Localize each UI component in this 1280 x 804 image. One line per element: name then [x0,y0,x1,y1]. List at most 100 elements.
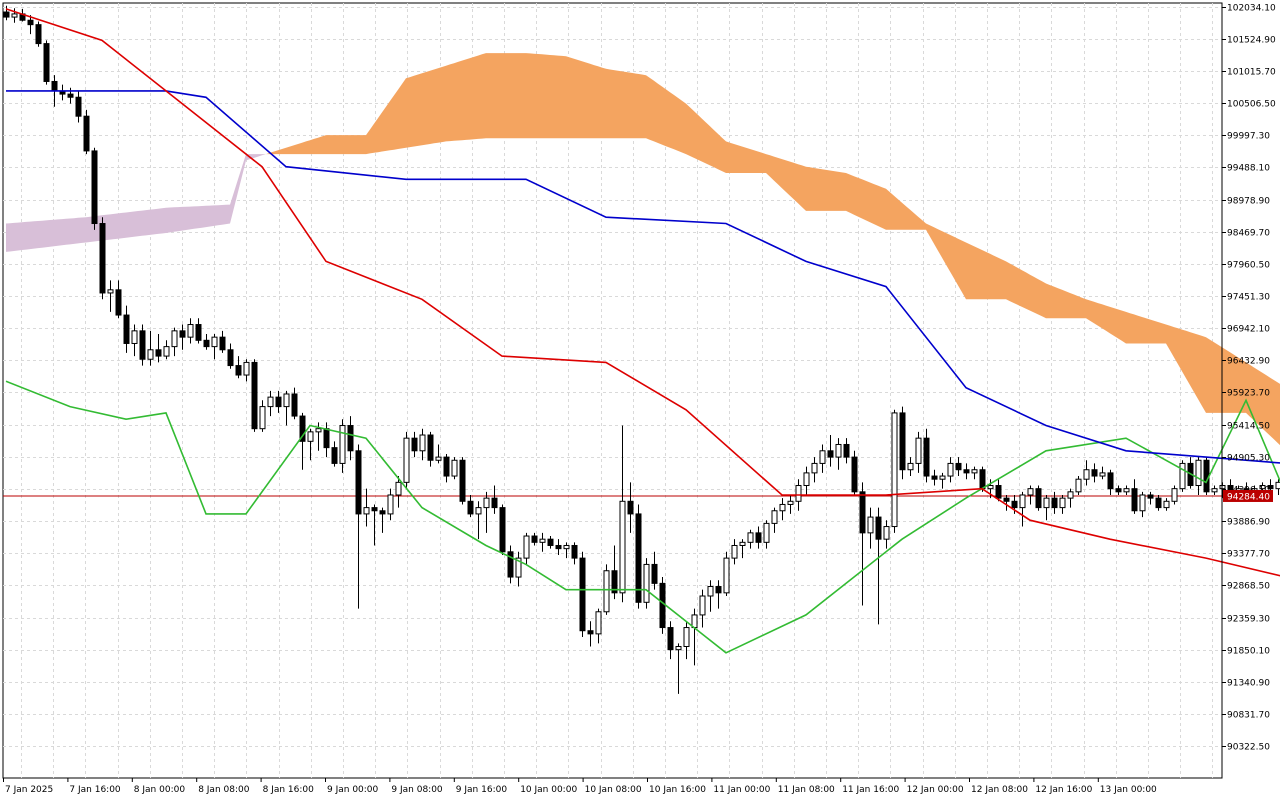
candle-bearish [667,627,674,651]
x-tick-label: 11 Jan 16:00 [842,785,899,795]
candle-bearish [931,475,938,480]
candle-bullish [803,472,810,487]
x-tick-label: 12 Jan 00:00 [907,785,964,795]
x-tick-label: 10 Jan 16:00 [649,785,706,795]
candle-bearish [531,535,538,543]
candle-bullish [747,532,754,543]
candle-bullish [1163,500,1170,509]
candle-bullish [915,437,922,464]
candle-bearish [955,462,962,471]
candle-bullish [523,535,530,559]
candle-bearish [547,538,554,546]
y-tick-label: 99488.10 [1227,164,1270,174]
candle-bearish [51,80,58,92]
x-tick-label: 9 Jan 16:00 [456,785,508,795]
candle-bullish [1083,469,1090,480]
candle-bullish [451,459,458,477]
candle-bullish [1075,478,1082,493]
candle-bearish [115,289,122,316]
candle-bearish [3,11,10,18]
candle-bearish [1051,497,1058,509]
y-tick-label: 101524.90 [1227,36,1276,46]
candle-bearish [411,437,418,452]
candle-bullish [707,586,714,597]
candle-bearish [843,443,850,458]
y-tick-label: 98469.70 [1227,229,1270,239]
candle-bearish [1091,469,1098,477]
candle-bullish [307,431,314,442]
candle-bearish [43,43,50,82]
x-tick-label: 10 Jan 00:00 [520,785,577,795]
candle-bullish [723,557,730,594]
candle-bullish [259,406,266,430]
candle-bullish [731,544,738,559]
candle-bullish [771,510,778,524]
candle-bullish [675,645,682,651]
candle-bullish [1139,494,1146,512]
candle-bullish [11,13,18,18]
y-axis: 102034.10 101524.90 101015.70 100506.50 9999… [1221,3,1276,778]
candle-bearish [467,500,474,515]
chart-canvas[interactable]: 102034.10 101524.90 101015.70 100506.50 9999… [0,0,1280,800]
candle-bullish [419,434,426,452]
candle-bearish [35,24,42,45]
candle-bearish [67,93,74,98]
y-tick-label: 97960.50 [1227,261,1270,271]
y-tick-label: 93377.70 [1227,550,1270,560]
y-tick-label: 101015.70 [1227,68,1276,78]
chart[interactable]: 102034.10 101524.90 101015.70 100506.50 9999… [0,0,1280,800]
candle-bearish [1131,488,1138,512]
y-tick-label: 96942.10 [1227,325,1270,335]
candle-bearish [1107,472,1114,490]
candle-bearish [27,19,34,26]
y-tick-label: 90322.50 [1227,743,1270,753]
candle-bearish [1147,494,1154,499]
candle-bearish [323,428,330,449]
candle-bearish [995,485,1002,499]
candle-bullish [603,570,610,613]
candle-bearish [427,434,434,461]
candle-bullish [699,595,706,616]
candle-bearish [859,491,866,534]
candle-bearish [659,582,666,629]
candle-bullish [395,481,402,496]
x-tick-label: 12 Jan 08:00 [971,785,1028,795]
candle-bullish [891,412,898,528]
candle-bearish [627,500,634,515]
y-tick-label: 102034.10 [1227,4,1276,14]
candle-bullish [131,330,138,344]
candle-bullish [595,611,602,635]
candle-bearish [179,330,186,338]
candle-bullish [363,507,370,515]
candle-bearish [251,361,258,430]
y-tick-label: 90831.70 [1227,711,1270,721]
candle-bullish [739,541,746,546]
candle-bearish [587,630,594,635]
x-tick-label: 11 Jan 08:00 [778,785,835,795]
candle-bearish [1011,500,1018,509]
y-tick-label: 96432.90 [1227,357,1270,367]
candle-bullish [1043,497,1050,509]
candle-bullish [1099,472,1106,477]
y-tick-label: 92868.50 [1227,582,1270,592]
candle-bearish [203,339,210,348]
candle-bullish [187,324,194,338]
candle-bearish [371,507,378,512]
candle-bearish [291,393,298,417]
candle-bearish [979,469,986,490]
candle-bearish [851,456,858,493]
candle-bullish [683,627,690,647]
candle-bullish [1211,488,1218,493]
y-tick-label: 91340.90 [1227,679,1270,689]
candle-bullish [1171,488,1178,502]
candle-bearish [651,563,658,584]
candle-bearish [219,336,226,351]
x-tick-label: 8 Jan 08:00 [198,785,250,795]
candle-bullish [171,330,178,348]
candle-bullish [1123,488,1130,493]
x-tick-label: 9 Jan 08:00 [391,785,443,795]
candle-bullish [163,346,170,357]
candle-bullish [483,497,490,509]
candle-bullish [971,469,978,474]
candle-bullish [1059,497,1066,509]
